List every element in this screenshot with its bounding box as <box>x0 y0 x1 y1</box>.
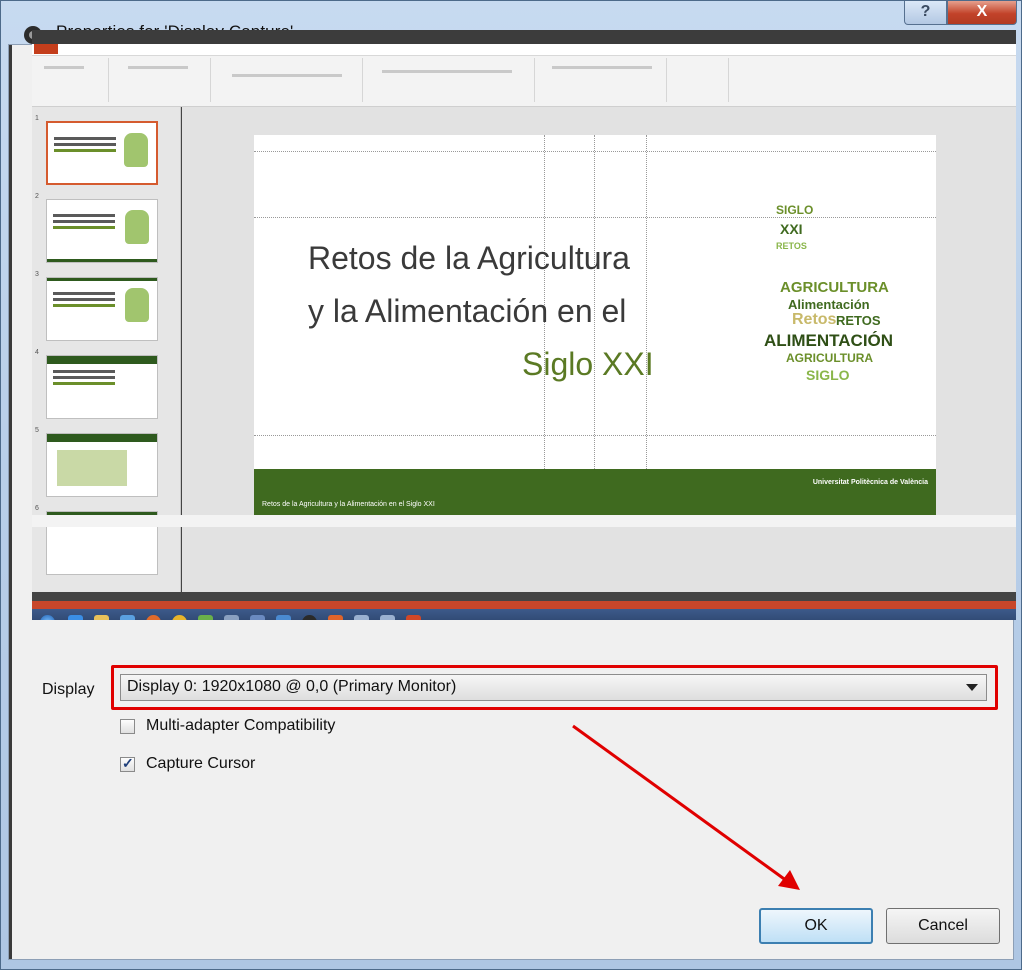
preview-notes-pane <box>32 515 1016 527</box>
wordcloud-word: RETOS <box>776 241 807 251</box>
app-icon <box>250 615 265 620</box>
display-label: Display <box>42 681 95 698</box>
guide-line <box>646 135 647 517</box>
close-button[interactable]: X <box>947 1 1017 25</box>
slide-title-line1: Retos de la Agricultura <box>308 240 630 276</box>
highlight-box: Display 0: 1920x1080 @ 0,0 (Primary Moni… <box>111 665 998 710</box>
wordcloud-word: AGRICULTURA <box>786 351 874 365</box>
firefox-icon <box>146 615 161 620</box>
preview-ribbon-tabs <box>32 44 1016 56</box>
preview-ribbon-item <box>382 70 512 73</box>
thumb-number: 3 <box>35 271 39 278</box>
preview-status-bar <box>32 601 1016 609</box>
slide-title-line2: y la Alimentación en el <box>308 293 627 329</box>
dropdown-arrow-icon[interactable] <box>966 684 978 691</box>
wordcloud-word: ALIMENTACIÓN <box>764 331 894 350</box>
wordcloud-word: Alimentación <box>788 297 870 312</box>
app-icon <box>380 615 395 620</box>
multi-adapter-checkbox[interactable] <box>120 719 135 734</box>
wordcloud-word: Retos <box>792 311 837 328</box>
slide-thumbnail <box>46 355 158 419</box>
guide-line <box>254 435 936 436</box>
capture-preview: 1 2 3 4 5 6 Retos de la Agricultura y la… <box>32 30 1016 620</box>
capture-cursor-label: Capture Cursor <box>146 755 256 772</box>
preview-ribbon-group <box>110 58 211 102</box>
start-orb-icon <box>40 615 55 620</box>
wordcloud-word: XXI <box>780 221 803 237</box>
wordcloud-word: AGRICULTURA <box>780 279 889 296</box>
slide-thumbnail <box>46 199 158 263</box>
slide-thumbnail <box>46 277 158 341</box>
thumb-number: 2 <box>35 193 39 200</box>
slide-thumbnail <box>46 433 158 497</box>
preview-ribbon-item <box>232 74 342 77</box>
chrome-icon <box>172 615 187 620</box>
preview-file-tab <box>34 44 58 54</box>
multi-adapter-label: Multi-adapter Compatibility <box>146 717 336 734</box>
cancel-button[interactable]: Cancel <box>886 908 1000 944</box>
wordcloud-word: RETOS <box>836 313 881 328</box>
preview-titlebar <box>32 30 1016 44</box>
obs-taskbar-icon <box>302 615 317 620</box>
app-icon <box>198 615 213 620</box>
preview-ribbon-group <box>38 58 109 102</box>
wordcloud-word: SIGLO <box>776 203 814 217</box>
folder-icon <box>94 615 109 620</box>
help-button[interactable]: ? <box>904 1 947 25</box>
powerpoint-icon <box>406 615 421 620</box>
left-edge <box>9 45 12 959</box>
app-icon <box>120 615 135 620</box>
thumb-number: 5 <box>35 427 39 434</box>
preview-ribbon-item <box>128 66 188 69</box>
slide-title-line3: Siglo XXI <box>522 346 654 382</box>
preview-ribbon-group <box>212 58 363 102</box>
slide-footer-university: Universitat Politècnica de València <box>812 479 928 486</box>
thumb-number: 1 <box>35 115 39 122</box>
app-icon <box>276 615 291 620</box>
hand-word-cloud: SIGLO XXI RETOS AGRICULTURA Alimentación… <box>702 185 894 425</box>
browser-icon <box>68 615 83 620</box>
slide-thumbnail <box>46 121 158 185</box>
preview-slide: Retos de la Agricultura y la Alimentació… <box>254 135 936 517</box>
preview-ribbon-item <box>552 66 652 69</box>
display-select[interactable]: Display 0: 1920x1080 @ 0,0 (Primary Moni… <box>120 674 987 701</box>
app-icon <box>354 615 369 620</box>
app-icon <box>224 615 239 620</box>
preview-ribbon-group <box>536 58 667 102</box>
preview-ribbon-item <box>44 66 84 69</box>
app-icon <box>328 615 343 620</box>
wordcloud-word: SIGLO <box>806 367 850 383</box>
preview-taskbar <box>32 609 1016 620</box>
preview-ribbon-group <box>668 58 729 102</box>
capture-cursor-checkbox[interactable] <box>120 755 135 772</box>
preview-ribbon-group <box>364 58 535 102</box>
slide-footer-bar: Universitat Politècnica de València Reto… <box>254 469 936 517</box>
thumb-number: 6 <box>35 505 39 512</box>
display-select-value: Display 0: 1920x1080 @ 0,0 (Primary Moni… <box>127 678 457 695</box>
ok-button[interactable]: OK <box>759 908 873 944</box>
slide-footer-title: Retos de la Agricultura y la Alimentació… <box>262 501 435 508</box>
guide-line <box>254 151 936 152</box>
thumb-number: 4 <box>35 349 39 356</box>
